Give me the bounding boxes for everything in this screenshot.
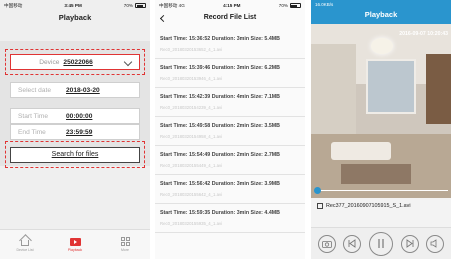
list-item[interactable]: Start Time: 15:59:35 Duration: 3min Size… <box>155 204 305 233</box>
page-title: Playback <box>364 10 398 19</box>
record-filename: Rec0_20180320153946_4_1.avi <box>160 76 223 81</box>
tab-label: More <box>121 248 129 252</box>
app-screenshot-composite: 中国移动 3:45 PM 70% Playback Device 2502206… <box>0 0 451 259</box>
device-highlight <box>5 49 145 75</box>
scene-shelf <box>426 54 451 124</box>
status-time: 4:15 PM <box>223 3 241 8</box>
bottom-tab-bar: Device List Playback More <box>0 229 150 259</box>
playback-icon <box>69 237 81 246</box>
seek-handle[interactable] <box>314 186 321 194</box>
record-summary: Start Time: 15:36:52 Duration: 3min Size… <box>160 36 280 42</box>
battery-percent: 70% <box>278 3 288 8</box>
home-icon <box>21 240 29 246</box>
record-filename: Rec0_20180320155642_4_1.avi <box>160 192 223 197</box>
record-summary: Start Time: 15:39:46 Duration: 3min Size… <box>160 65 280 71</box>
camera-icon[interactable] <box>317 234 336 253</box>
checkbox[interactable] <box>317 203 323 209</box>
battery-percent: 70% <box>123 3 133 8</box>
header: Record File List <box>155 11 305 25</box>
list-item[interactable]: Start Time: 15:56:42 Duration: 3min Size… <box>155 175 305 204</box>
record-list: Start Time: 15:36:52 Duration: 3min Size… <box>155 30 305 233</box>
record-summary: Start Time: 15:42:39 Duration: 4min Size… <box>160 94 280 100</box>
more-grid-icon <box>120 237 130 246</box>
record-file-list-screen: 中国移动 4G 4:15 PM 70% Record File List Sta… <box>155 0 305 259</box>
list-item[interactable]: Start Time: 15:54:49 Duration: 2min Size… <box>155 146 305 175</box>
list-item[interactable]: Start Time: 15:36:52 Duration: 3min Size… <box>155 30 305 59</box>
playback-search-screen: 中国移动 3:45 PM 70% Playback Device 2502206… <box>0 0 150 259</box>
carrier-label: 中国移动 <box>159 2 178 8</box>
network-label: 4G <box>178 2 185 8</box>
scene-sofa <box>331 142 391 160</box>
record-filename: Rec0_20180320155935_4_1.avi <box>160 221 223 226</box>
record-filename: Rec0_20180320153652_4_1.avi <box>160 47 223 52</box>
status-time: 3:45 PM <box>64 3 82 8</box>
list-item[interactable]: Start Time: 15:49:58 Duration: 2min Size… <box>155 117 305 146</box>
status-bar: 中国移动 3:45 PM 70% <box>0 0 150 11</box>
next-icon[interactable] <box>400 234 419 253</box>
battery-icon <box>135 3 146 8</box>
playback-controls <box>311 227 451 259</box>
page-title: Record File List <box>203 14 257 21</box>
status-left: 中国移动 4G <box>159 3 185 9</box>
scene-window <box>366 59 416 114</box>
scene-chandelier <box>371 38 393 54</box>
file-name: Rec377_20160907105915_S_1.avi <box>326 203 411 209</box>
status-right: 70% <box>279 3 301 8</box>
record-filename: Rec0_20180320155449_4_1.avi <box>160 163 223 168</box>
record-summary: Start Time: 15:54:49 Duration: 2min Size… <box>160 152 280 158</box>
record-summary: Start Time: 15:59:35 Duration: 3min Size… <box>160 210 280 216</box>
tab-device-list[interactable]: Device List <box>0 230 50 259</box>
back-arrow-icon[interactable] <box>159 14 168 23</box>
record-summary: Start Time: 15:56:42 Duration: 3min Size… <box>160 181 280 187</box>
battery-icon <box>289 3 301 8</box>
list-item[interactable]: Start Time: 15:42:39 Duration: 4min Size… <box>155 88 305 117</box>
tab-label: Playback <box>67 247 83 252</box>
date-value: 2018-03-20 <box>66 86 100 94</box>
video-playback-screen: 16.0KB/s Playback 2016-09-07 10:20:43 Re… <box>311 0 451 259</box>
seek-bar[interactable] <box>314 186 448 194</box>
pause-icon[interactable] <box>368 231 393 256</box>
tab-label: Device List <box>16 248 34 252</box>
status-right: 70% <box>124 3 146 8</box>
scene-rug <box>341 164 411 184</box>
video-timestamp: 2016-09-07 10:20:43 <box>399 31 448 37</box>
record-summary: Start Time: 15:49:58 Duration: 2min Size… <box>160 123 280 129</box>
record-filename: Rec0_20180320154958_4_1.avi <box>160 134 223 139</box>
date-label: Select date <box>18 86 51 94</box>
header: 16.0KB/s Playback <box>311 0 451 24</box>
status-bar: 中国移动 4G 4:15 PM 70% <box>155 0 305 11</box>
volume-icon[interactable] <box>426 234 445 253</box>
date-field[interactable]: Select date 2018-03-20 <box>10 82 140 98</box>
file-row: Rec377_20160907105915_S_1.avi <box>317 203 411 209</box>
end-time-field[interactable]: End Time 23:59:59 <box>10 124 140 140</box>
speed-indicator: 16.0KB/s <box>315 2 334 7</box>
end-time-value: 23:59:59 <box>66 128 93 136</box>
page-title: Playback <box>58 13 92 22</box>
tab-playback[interactable]: Playback <box>50 230 100 259</box>
end-time-label: End Time <box>18 128 46 136</box>
previous-icon[interactable] <box>343 234 362 253</box>
search-files-button[interactable]: Search for files <box>10 147 140 163</box>
start-time-label: Start Time <box>18 112 49 120</box>
tab-more[interactable]: More <box>100 230 150 259</box>
list-item[interactable]: Start Time: 15:39:46 Duration: 3min Size… <box>155 59 305 88</box>
record-filename: Rec0_20180320154239_4_1.avi <box>160 105 223 110</box>
video-player[interactable]: 2016-09-07 10:20:43 <box>311 24 451 198</box>
start-time-value: 00:00:00 <box>66 112 93 120</box>
carrier-label: 中国移动 <box>4 2 23 8</box>
start-time-field[interactable]: Start Time 00:00:00 <box>10 108 140 124</box>
